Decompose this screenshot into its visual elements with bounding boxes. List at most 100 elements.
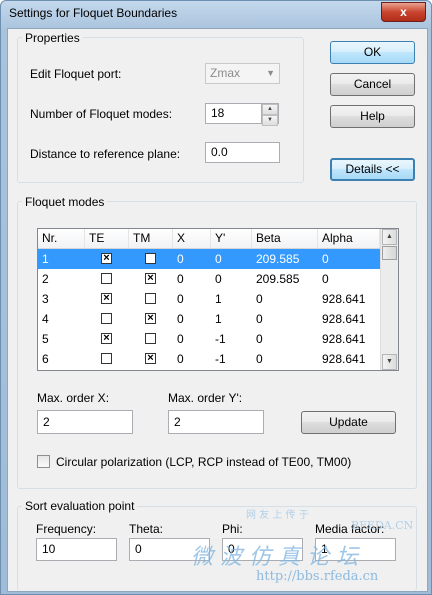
details-button[interactable]: Details << xyxy=(330,158,415,181)
scroll-down-icon[interactable]: ▼ xyxy=(382,354,397,370)
cell-x: 0 xyxy=(177,272,184,286)
table-row[interactable]: 1 × 0 0 209.585 0 xyxy=(38,249,380,269)
floquet-modes-count-input[interactable]: 18 xyxy=(205,103,262,124)
distance-reference-label: Distance to reference plane: xyxy=(30,147,181,161)
watermark-upload-text: 网 友 上 传 于 xyxy=(246,510,309,521)
te-checkbox[interactable]: × xyxy=(101,253,112,264)
scroll-up-icon[interactable]: ▲ xyxy=(382,229,397,245)
cell-beta: 0 xyxy=(256,352,263,366)
cell-y: 1 xyxy=(215,312,222,326)
cell-nr: 6 xyxy=(42,352,49,366)
distance-reference-input[interactable]: 0.0 xyxy=(205,142,280,163)
cell-alpha: 928.641 xyxy=(322,332,366,346)
max-order-y-label: Max. order Y': xyxy=(168,391,243,405)
theta-label: Theta: xyxy=(129,522,164,536)
cell-beta: 209.585 xyxy=(256,252,300,266)
table-row[interactable]: 6 × 0 -1 0 928.641 xyxy=(38,349,380,369)
scroll-thumb[interactable] xyxy=(382,246,397,260)
column-header-y[interactable]: Y' xyxy=(211,229,252,248)
cell-beta: 0 xyxy=(256,312,263,326)
watermark-rfeda-text: RFEDA.CN xyxy=(351,519,414,532)
tm-checkbox[interactable] xyxy=(145,293,156,304)
cell-tm: × xyxy=(129,349,173,369)
cell-tm: × xyxy=(129,269,173,289)
window-title: Settings for Floquet Boundaries xyxy=(9,6,178,20)
cell-te xyxy=(85,309,129,329)
update-button[interactable]: Update xyxy=(301,411,396,434)
te-checkbox[interactable]: × xyxy=(101,333,112,344)
cell-te: × xyxy=(85,329,129,349)
cell-x: 0 xyxy=(177,332,184,346)
phi-label: Phi: xyxy=(222,522,243,536)
spin-down-icon[interactable]: ▼ xyxy=(262,115,278,126)
circular-polarization-checkbox[interactable] xyxy=(37,455,50,468)
circular-polarization-label: Circular polarization (LCP, RCP instead … xyxy=(56,455,352,469)
frequency-label: Frequency: xyxy=(36,522,97,536)
cell-nr: 2 xyxy=(42,272,49,286)
column-header-alpha[interactable]: Alpha xyxy=(318,229,380,248)
table-row[interactable]: 5 × 0 -1 0 928.641 xyxy=(38,329,380,349)
dialog-client-area: Properties Edit Floquet port: Zmax ▼ Num… xyxy=(7,28,428,592)
cell-nr: 5 xyxy=(42,332,49,346)
spin-up-icon[interactable]: ▲ xyxy=(262,104,278,115)
watermark-url: http://bbs.rfeda.cn xyxy=(256,569,379,584)
column-header-beta[interactable]: Beta xyxy=(252,229,318,248)
cell-y: 1 xyxy=(215,292,222,306)
te-checkbox[interactable]: × xyxy=(101,293,112,304)
cell-nr: 4 xyxy=(42,312,49,326)
cell-beta: 0 xyxy=(256,332,263,346)
watermark-forum-name: 微 波 仿 真 论 坛 xyxy=(191,545,358,570)
max-order-y-input[interactable]: 2 xyxy=(168,410,264,434)
column-header-te[interactable]: TE xyxy=(85,229,129,248)
cell-beta: 0 xyxy=(256,292,263,306)
table-scrollbar[interactable]: ▲ ▼ xyxy=(380,229,398,370)
chevron-down-icon: ▼ xyxy=(266,68,275,78)
column-header-x[interactable]: X xyxy=(173,229,211,248)
ok-button[interactable]: OK xyxy=(330,41,415,64)
tm-checkbox[interactable]: × xyxy=(145,313,156,324)
dialog-window: Settings for Floquet Boundaries x Proper… xyxy=(0,0,432,595)
edit-floquet-port-combo[interactable]: Zmax ▼ xyxy=(205,63,280,84)
cell-y: 0 xyxy=(215,252,222,266)
edit-floquet-port-label: Edit Floquet port: xyxy=(30,67,122,81)
cancel-button[interactable]: Cancel xyxy=(330,73,415,96)
cell-y: -1 xyxy=(215,352,226,366)
cell-x: 0 xyxy=(177,252,184,266)
max-order-x-input[interactable]: 2 xyxy=(37,410,133,434)
floquet-modes-table: Nr. TE TM X Y' Beta Alpha 1 × 0 0 209.585 0 2 ×… xyxy=(37,228,399,371)
tm-checkbox[interactable] xyxy=(145,253,156,264)
edit-floquet-port-value: Zmax xyxy=(210,66,240,80)
close-button[interactable]: x xyxy=(381,2,426,22)
max-order-x-label: Max. order X: xyxy=(37,391,110,405)
table-row[interactable]: 4 × 0 1 0 928.641 xyxy=(38,309,380,329)
cell-tm xyxy=(129,329,173,349)
te-checkbox[interactable] xyxy=(101,353,112,364)
floquet-modes-group-label: Floquet modes xyxy=(22,195,108,209)
floquet-modes-spinner[interactable]: ▲ ▼ xyxy=(262,103,279,126)
column-header-nr[interactable]: Nr. xyxy=(38,229,85,248)
tm-checkbox[interactable] xyxy=(145,333,156,344)
tm-checkbox[interactable]: × xyxy=(145,273,156,284)
cell-alpha: 928.641 xyxy=(322,352,366,366)
cell-beta: 209.585 xyxy=(256,272,300,286)
cell-te xyxy=(85,269,129,289)
cell-tm xyxy=(129,289,173,309)
properties-group-label: Properties xyxy=(22,31,83,45)
help-button[interactable]: Help xyxy=(330,105,415,128)
cell-alpha: 928.641 xyxy=(322,292,366,306)
tm-checkbox[interactable]: × xyxy=(145,353,156,364)
cell-x: 0 xyxy=(177,312,184,326)
te-checkbox[interactable] xyxy=(101,273,112,284)
cell-alpha: 0 xyxy=(322,272,329,286)
cell-alpha: 928.641 xyxy=(322,312,366,326)
te-checkbox[interactable] xyxy=(101,313,112,324)
frequency-input[interactable]: 10 xyxy=(36,538,117,561)
cell-x: 0 xyxy=(177,292,184,306)
table-row[interactable]: 3 × 0 1 0 928.641 xyxy=(38,289,380,309)
column-header-tm[interactable]: TM xyxy=(129,229,173,248)
cell-tm: × xyxy=(129,309,173,329)
cell-nr: 3 xyxy=(42,292,49,306)
table-row[interactable]: 2 × 0 0 209.585 0 xyxy=(38,269,380,289)
cell-nr: 1 xyxy=(42,252,49,266)
cell-y: 0 xyxy=(215,272,222,286)
